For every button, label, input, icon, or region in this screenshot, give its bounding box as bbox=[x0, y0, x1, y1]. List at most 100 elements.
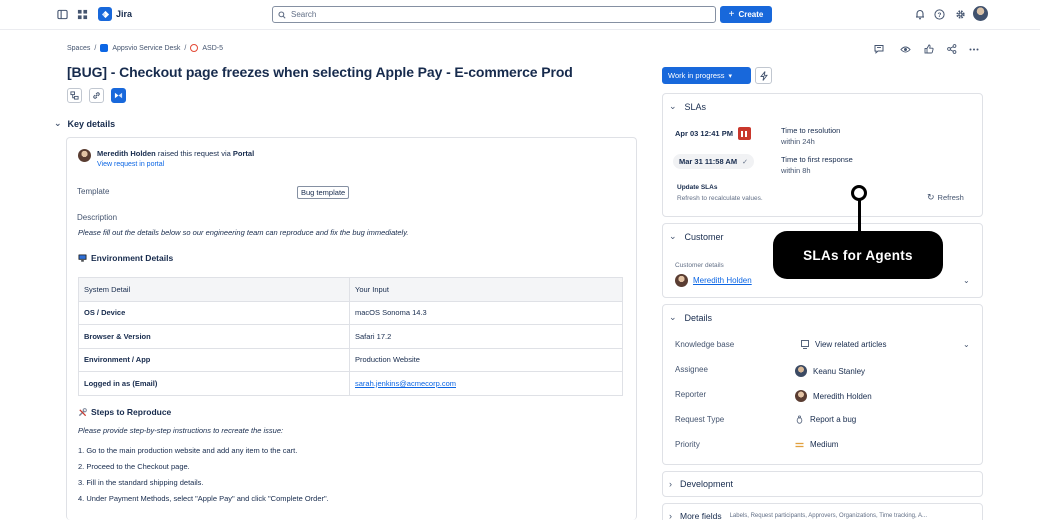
key-details-label: Key details bbox=[67, 118, 116, 129]
table-row: OS / Device macOS Sonoma 14.3 bbox=[78, 300, 623, 325]
plus-icon: + bbox=[728, 9, 735, 20]
article-icon bbox=[801, 340, 809, 349]
sidebar-toggle-icon[interactable] bbox=[56, 8, 69, 21]
vote-thumbs-up-icon[interactable] bbox=[922, 42, 936, 56]
field-label: Request Type bbox=[675, 415, 725, 424]
description-text: Please fill out the details below so our… bbox=[78, 228, 409, 237]
chevron-right-icon: › bbox=[669, 511, 672, 520]
details-card-header[interactable]: ⌄ Details bbox=[669, 312, 712, 323]
field-value: View related articles bbox=[815, 340, 887, 349]
sla-date: Apr 03 12:41 PM bbox=[675, 129, 733, 138]
more-fields-summary: Labels, Request participants, Approvers,… bbox=[729, 513, 928, 519]
jira-logo-icon[interactable] bbox=[98, 7, 112, 21]
template-value[interactable]: Bug template bbox=[297, 186, 350, 199]
refresh-button[interactable]: ↻ Refresh bbox=[927, 192, 964, 203]
search-icon bbox=[278, 10, 286, 19]
request-channel: Portal bbox=[232, 149, 255, 158]
add-weblink-button[interactable] bbox=[89, 88, 104, 103]
slas-card-header[interactable]: ⌄ SLAs bbox=[669, 101, 706, 112]
table-cell-value: sarah.jenkins@acmecorp.com bbox=[349, 371, 623, 396]
table-row: Browser & Version Safari 17.2 bbox=[78, 324, 623, 349]
field-value: Report a bug bbox=[810, 415, 857, 424]
details-title: Details bbox=[684, 312, 713, 323]
sla-resolution-badge: Apr 03 12:41 PM bbox=[675, 127, 751, 140]
settings-gear-icon[interactable] bbox=[954, 8, 967, 21]
share-icon[interactable] bbox=[945, 42, 959, 56]
bug-issue-type-icon bbox=[190, 44, 199, 52]
app-integration-button[interactable] bbox=[111, 88, 126, 103]
paused-icon bbox=[737, 127, 751, 140]
table-header-row: System Detail Your Input bbox=[78, 277, 623, 302]
product-name[interactable]: Jira bbox=[116, 9, 132, 19]
table-cell-key: Logged in as (Email) bbox=[78, 371, 350, 396]
sla-target: within 24h bbox=[781, 137, 815, 146]
sla-resolution-info: Time to resolution within 24h bbox=[781, 125, 840, 147]
callout-pointer-dot bbox=[851, 185, 867, 201]
notifications-bell-icon[interactable] bbox=[913, 8, 926, 21]
customer-link[interactable]: Meredith Holden bbox=[675, 274, 752, 287]
app-switcher-icon[interactable] bbox=[76, 8, 89, 21]
watch-eye-icon[interactable] bbox=[898, 42, 912, 56]
hierarchy-icon bbox=[70, 91, 79, 100]
help-icon[interactable]: ? bbox=[933, 8, 946, 21]
description-label: Description bbox=[77, 213, 118, 222]
automation-button[interactable] bbox=[755, 67, 772, 84]
table-row: Environment / App Production Website bbox=[78, 347, 623, 372]
steps-intro: Please provide step-by-step instructions… bbox=[78, 426, 284, 435]
customer-title: Customer bbox=[684, 231, 724, 242]
sla-response-badge: Mar 31 11:58 AM ✓ bbox=[673, 154, 754, 169]
customer-card-header[interactable]: ⌄ Customer bbox=[669, 231, 724, 242]
refresh-icon: ↻ bbox=[927, 192, 935, 202]
issue-title[interactable]: [BUG] - Checkout page freezes when selec… bbox=[67, 64, 573, 80]
chevron-down-icon[interactable]: ⌄ bbox=[963, 340, 970, 349]
table-cell-value: Safari 17.2 bbox=[349, 324, 623, 349]
more-fields-header[interactable]: › More fields Labels, Request participan… bbox=[669, 511, 927, 520]
sla-callout-label: SLAs for Agents bbox=[773, 231, 943, 279]
field-value: Meredith Holden bbox=[813, 391, 872, 401]
lightning-bolt-icon bbox=[759, 70, 768, 81]
search-placeholder: Search bbox=[291, 10, 317, 19]
knowledge-base-dropdown[interactable]: View related articles bbox=[801, 340, 886, 349]
user-avatar[interactable] bbox=[973, 6, 988, 21]
email-link[interactable]: sarah.jenkins@acmecorp.com bbox=[355, 379, 456, 388]
breadcrumb-spaces[interactable]: Spaces bbox=[67, 45, 90, 52]
link-issue-button[interactable] bbox=[67, 88, 82, 103]
field-label: Knowledge base bbox=[675, 340, 735, 349]
feedback-icon[interactable] bbox=[872, 42, 886, 56]
chevron-down-icon: ⌄ bbox=[669, 312, 677, 322]
breadcrumb-separator: / bbox=[184, 44, 187, 52]
status-dropdown[interactable]: Work in progress ▾ bbox=[662, 67, 751, 84]
development-card-header[interactable]: › Development bbox=[669, 479, 733, 489]
chevron-down-icon[interactable]: ⌄ bbox=[963, 276, 970, 285]
breadcrumb-project[interactable]: Appsvio Service Desk bbox=[112, 45, 180, 52]
assignee-avatar bbox=[795, 365, 807, 377]
key-details-toggle[interactable]: ⌄ Key details bbox=[54, 118, 115, 129]
field-label: Assignee bbox=[675, 365, 708, 374]
view-in-portal-link[interactable]: View request in portal bbox=[97, 161, 254, 168]
template-label: Template bbox=[77, 187, 110, 196]
table-cell-value: Production Website bbox=[349, 347, 623, 372]
breadcrumb-issue-key[interactable]: ASD-5 bbox=[202, 45, 223, 52]
priority-value[interactable]: Medium bbox=[795, 440, 838, 449]
request-type-value[interactable]: Report a bug bbox=[795, 415, 856, 424]
table-cell-value: macOS Sonoma 14.3 bbox=[349, 300, 623, 325]
requester-line: Meredith Holden raised this request via … bbox=[97, 149, 254, 158]
field-value: Keanu Stanley bbox=[813, 366, 866, 376]
project-icon bbox=[100, 44, 109, 52]
field-label: Priority bbox=[675, 440, 700, 449]
requester-name[interactable]: Meredith Holden bbox=[97, 149, 156, 158]
field-label: Reporter bbox=[675, 390, 707, 399]
steps-list: 1. Go to the main production website and… bbox=[78, 446, 329, 510]
assignee-value[interactable]: Keanu Stanley bbox=[795, 365, 865, 377]
development-card[interactable]: › Development bbox=[662, 471, 983, 497]
more-actions-icon[interactable] bbox=[967, 42, 981, 56]
raised-text: raised this request via bbox=[157, 149, 231, 158]
more-fields-card[interactable]: › More fields Labels, Request participan… bbox=[662, 503, 983, 520]
priority-medium-icon bbox=[795, 442, 804, 447]
search-input[interactable]: Search bbox=[272, 6, 716, 23]
list-item: 1. Go to the main production website and… bbox=[78, 446, 298, 455]
create-button[interactable]: + Create bbox=[720, 6, 772, 23]
reporter-value[interactable]: Meredith Holden bbox=[795, 390, 872, 402]
slas-card: ⌄ SLAs Apr 03 12:41 PM Time to resolutio… bbox=[662, 93, 983, 217]
app-integration-icon bbox=[114, 92, 123, 99]
